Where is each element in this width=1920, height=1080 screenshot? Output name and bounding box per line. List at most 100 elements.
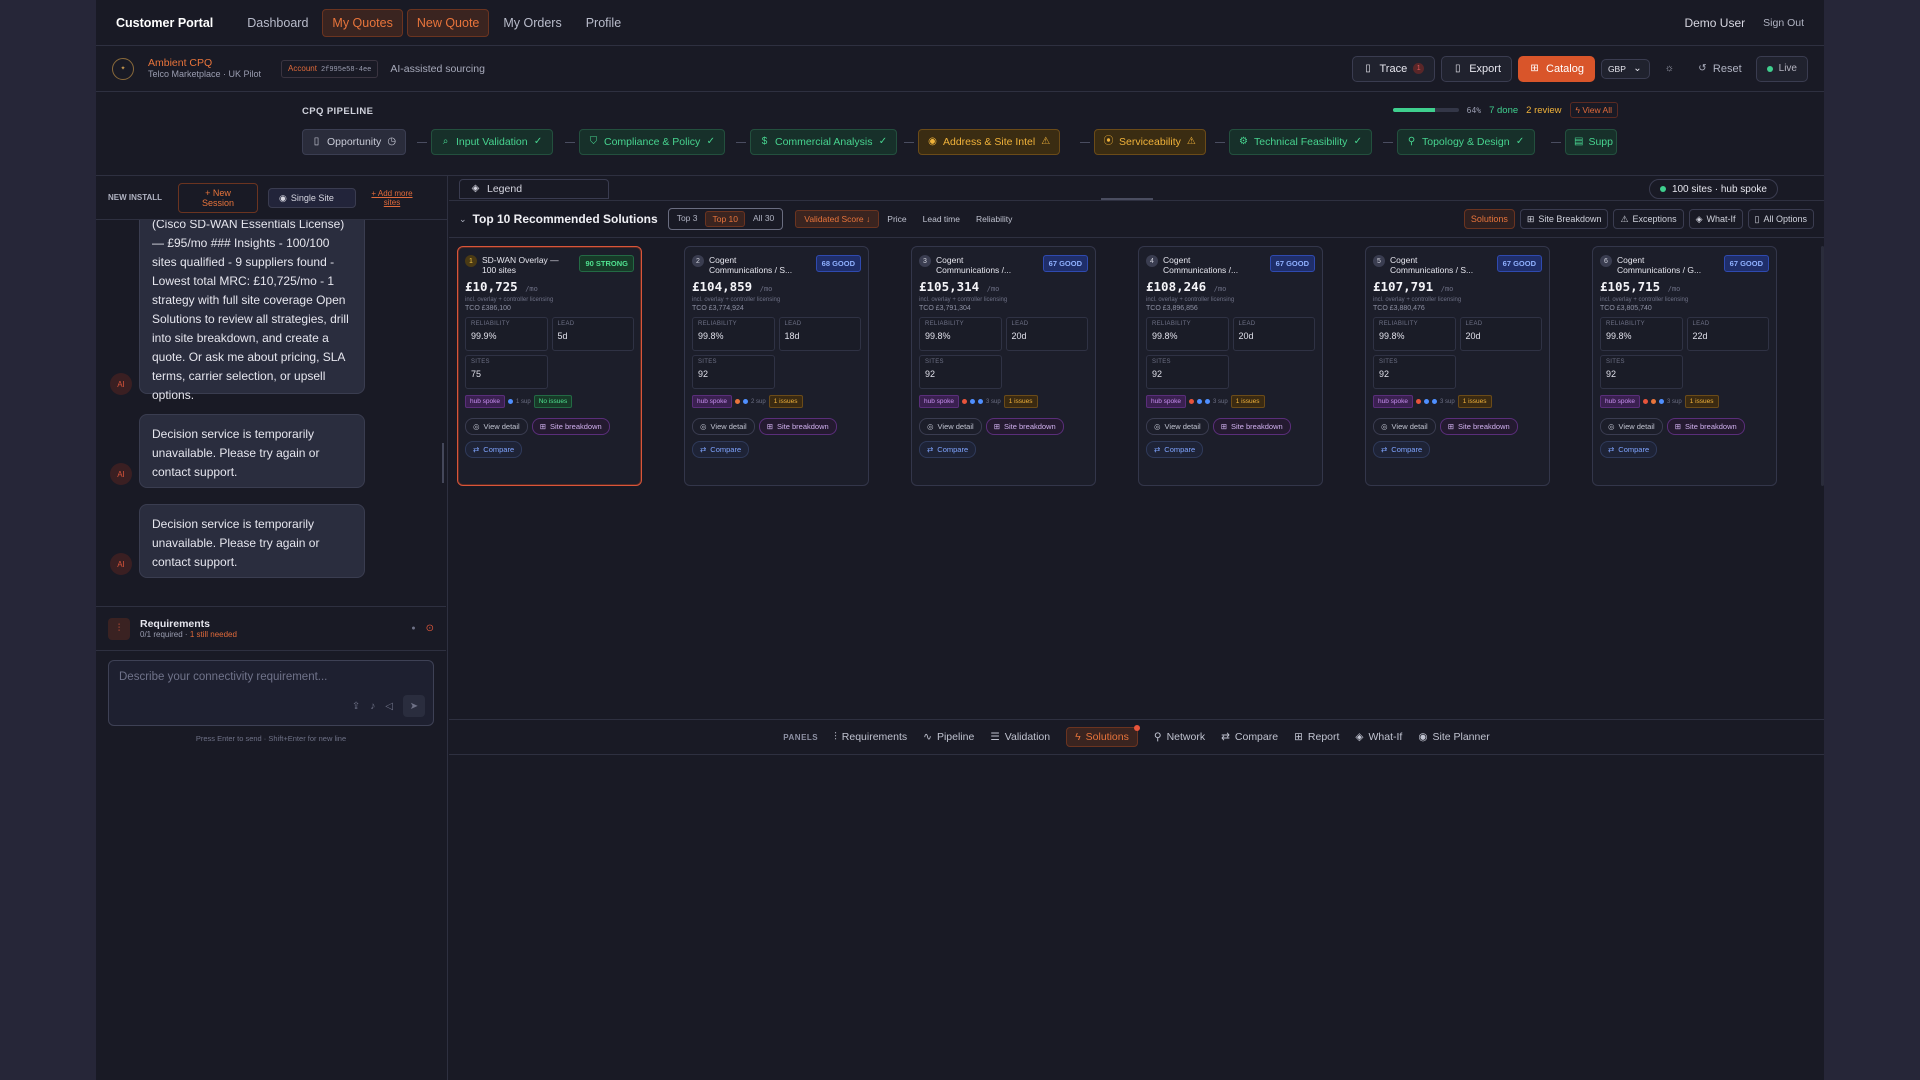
button-label: View detail (1164, 422, 1201, 431)
stage-commercial-analysis[interactable]: $ Commercial Analysis ✓ (750, 129, 898, 155)
trace-button[interactable]: ▯ Trace 1 (1351, 55, 1436, 82)
stage-label: Supp (1588, 136, 1613, 148)
send-icon[interactable]: ➤ (403, 695, 425, 717)
sign-out-link[interactable]: Sign Out (1763, 17, 1804, 29)
price-note: incl. overlay + controller licensing (1600, 297, 1689, 303)
solution-card[interactable]: 5 Cogent Communications / S... 67 GOOD £107… (1365, 246, 1550, 486)
sort-lead-time[interactable]: Lead time (915, 211, 968, 227)
site-breakdown-button[interactable]: ⊞ Site breakdown (758, 418, 837, 435)
upload-icon[interactable]: ⇪ (352, 698, 360, 715)
nav-profile[interactable]: Profile (576, 9, 631, 37)
theme-toggle[interactable]: ☼ (1656, 63, 1683, 74)
price-value: £105,715 (1600, 279, 1661, 294)
nav-dashboard[interactable]: Dashboard (237, 9, 318, 37)
solution-card[interactable]: 3 Cogent Communications /... 67 GOOD £105,3… (911, 246, 1096, 486)
panel-site-planner[interactable]: ◉ Site Planner (1418, 731, 1489, 743)
account-badge[interactable]: Account 2f995e58-4ee (281, 59, 379, 78)
solution-card[interactable]: 4 Cogent Communications /... 67 GOOD £108,2… (1138, 246, 1323, 486)
currency-select[interactable]: GBP ⌄ (1600, 58, 1650, 79)
new-session-button[interactable]: + New Session (178, 182, 258, 213)
panel-pipeline[interactable]: ∿ Pipeline (923, 731, 974, 743)
compare-button[interactable]: ⇄ Compare (1373, 441, 1431, 458)
supplier-count: 2 sup (751, 398, 766, 405)
reset-button[interactable]: ↺ Reset (1689, 63, 1750, 75)
panel-what-if[interactable]: ◈ What-If (1355, 731, 1402, 743)
metric-value: 92 (925, 369, 936, 379)
metric-label: SITES (925, 359, 944, 365)
stage-suppliers[interactable]: ▤ Supp (1565, 129, 1617, 155)
supplier-dot (1189, 399, 1194, 404)
chat-scrollbar[interactable] (442, 443, 444, 483)
add-more-sites-link[interactable]: + Add more sites (366, 189, 418, 207)
compare-button[interactable]: ⇄ Compare (1146, 441, 1204, 458)
legend-toggle[interactable]: ◈ Legend (459, 179, 609, 199)
panel-network[interactable]: ⚲ Network (1154, 731, 1205, 743)
nav-new-quote[interactable]: New Quote (406, 8, 490, 37)
panel-compare[interactable]: ⇄ Compare (1221, 731, 1278, 743)
compare-button[interactable]: ⇄ Compare (465, 441, 523, 458)
sliders-icon: ⫶ (108, 617, 130, 640)
export-button[interactable]: ▯ Export (1441, 55, 1513, 82)
brand-logo: ✦ (112, 57, 134, 80)
stage-address-site-intel[interactable]: ◉ Address & Site Intel ⚠ (918, 129, 1061, 155)
single-site-button[interactable]: ◉ Single Site (268, 187, 356, 208)
stage-input-validation[interactable]: ⌕ Input Validation ✓ (431, 129, 553, 155)
segment-top-10[interactable]: Top 10 (705, 211, 746, 227)
stage-technical-feasibility[interactable]: ⚙ Technical Feasibility ✓ (1229, 129, 1373, 155)
panel-report[interactable]: ⊞ Report (1294, 731, 1339, 743)
sort-price[interactable]: Price (879, 211, 914, 227)
pipeline-progress (1392, 108, 1459, 112)
chat-panel: NEW INSTALL + New Session ◉ Single Site +… (96, 176, 448, 1080)
speaker-icon[interactable]: ◁ (385, 698, 393, 715)
view-detail-button[interactable]: ◎ View detail (1146, 418, 1209, 435)
view-detail-button[interactable]: ◎ View detail (465, 418, 528, 435)
view-site-breakdown[interactable]: ⊞ Site Breakdown (1519, 209, 1609, 229)
stage-connector (1215, 142, 1225, 143)
site-breakdown-button[interactable]: ⊞ Site breakdown (1439, 418, 1518, 435)
solution-card[interactable]: 6 Cogent Communications / G... 67 GOOD £105… (1592, 246, 1777, 486)
compare-button[interactable]: ⇄ Compare (692, 441, 750, 458)
segment-top-3[interactable]: Top 3 (671, 211, 704, 227)
metric-value: 99.8% (925, 331, 951, 341)
view-exceptions[interactable]: ⚠ Exceptions (1613, 209, 1684, 229)
site-breakdown-button[interactable]: ⊞ Site breakdown (1666, 418, 1745, 435)
nav-my-quotes[interactable]: My Quotes (322, 8, 403, 37)
stage-compliance-policy[interactable]: ⛉ Compliance & Policy ✓ (579, 129, 726, 155)
site-breakdown-button[interactable]: ⊞ Site breakdown (531, 418, 610, 435)
solution-card[interactable]: 2 Cogent Communications / S... 68 GOOD £104… (684, 246, 869, 486)
panel-requirements[interactable]: ⫶ Requirements (834, 731, 907, 744)
panel-solutions[interactable]: ϟ Solutions (1066, 725, 1140, 747)
view-all-button[interactable]: ϟ View All (1569, 102, 1618, 118)
microphone-icon[interactable]: ♪ (370, 698, 375, 715)
sun-icon: ☼ (1664, 62, 1674, 74)
site-breakdown-button[interactable]: ⊞ Site breakdown (1212, 418, 1291, 435)
view-what-if[interactable]: ◈ What-If (1688, 209, 1743, 229)
view-detail-button[interactable]: ◎ View detail (692, 418, 755, 435)
pipeline-title: CPQ PIPELINE (302, 106, 374, 117)
stage-opportunity[interactable]: ▯ Opportunity ◷ (302, 129, 407, 155)
view-detail-button[interactable]: ◎ View detail (919, 418, 982, 435)
compare-button[interactable]: ⇄ Compare (919, 441, 977, 458)
price-value: £108,246 (1146, 279, 1207, 294)
view-solutions[interactable]: Solutions (1463, 209, 1515, 229)
segment-all-30[interactable]: All 30 (747, 211, 780, 227)
view-detail-button[interactable]: ◎ View detail (1600, 418, 1663, 435)
stage-label: Compliance & Policy (604, 136, 701, 148)
stage-serviceability[interactable]: ⦿ Serviceability ⚠ (1094, 129, 1206, 155)
requirements-bar[interactable]: ⫶ Requirements 0/1 required · 1 still ne… (96, 606, 446, 651)
compare-button[interactable]: ⇄ Compare (1600, 441, 1658, 458)
view-detail-button[interactable]: ◎ View detail (1373, 418, 1436, 435)
live-toggle[interactable]: Live (1755, 55, 1808, 82)
card-tags: hub spoke 2 sup 1 issues (692, 395, 861, 408)
chevron-down-icon[interactable]: ⌄ (459, 214, 467, 225)
nav-my-orders[interactable]: My Orders (493, 9, 571, 37)
panel-validation[interactable]: ☰ Validation (990, 731, 1050, 743)
site-breakdown-button[interactable]: ⊞ Site breakdown (985, 418, 1064, 435)
stage-topology-design[interactable]: ⚲ Topology & Design ✓ (1397, 129, 1535, 155)
solution-card[interactable]: 1 SD-WAN Overlay — 100 sites 90 STRONG £10,… (457, 246, 642, 486)
sort-reliability[interactable]: Reliability (968, 211, 1020, 227)
sort-validated-score[interactable]: Validated Score ↓ (795, 210, 880, 228)
catalog-button[interactable]: ⊞ Catalog (1518, 55, 1595, 82)
chat-input[interactable]: Describe your connectivity requirement..… (108, 660, 434, 726)
view-all-options[interactable]: ▯ All Options (1747, 209, 1814, 229)
